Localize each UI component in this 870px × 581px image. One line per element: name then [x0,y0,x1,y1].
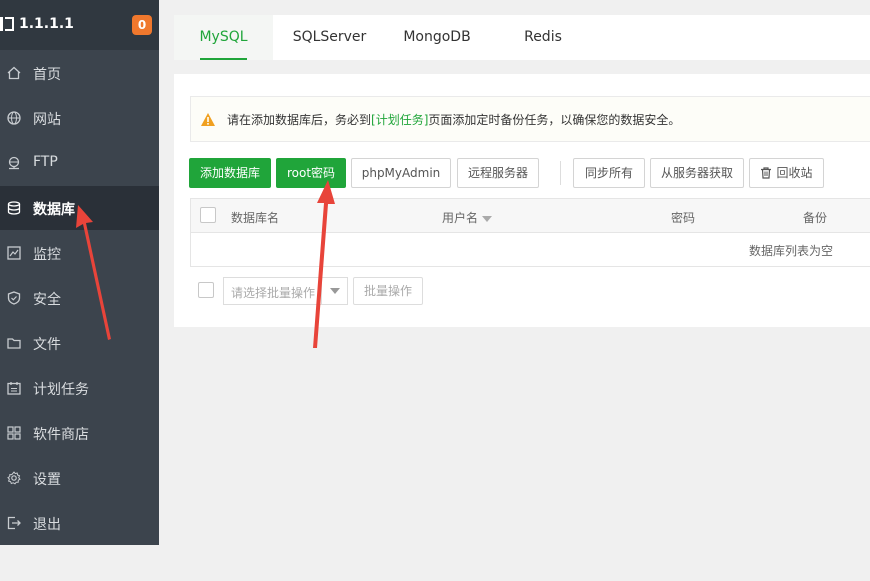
backup-notice: 请在添加数据库后，务必到[计划任务]页面添加定时备份任务，以确保您的数据安全。 [190,96,870,142]
sidebar: 1.1.1.1 0 首页 网站 FTP 数据库 监控 安全 文件 计划任务 软件… [0,0,159,545]
database-type-tabs: MySQL SQLServer MongoDB Redis [174,15,870,60]
gear-icon [7,471,21,485]
sidebar-item-logout[interactable]: 退出 [0,501,159,545]
sidebar-item-ftp[interactable]: FTP [0,141,159,185]
sidebar-footer [0,545,159,581]
batch-operation-select[interactable]: 请选择批量操作 [223,277,348,305]
tab-mysql[interactable]: MySQL [174,15,273,60]
column-username[interactable]: 用户名 [442,209,493,226]
shield-icon [7,291,21,305]
batch-select-placeholder: 请选择批量操作 [231,286,316,300]
remote-server-button[interactable]: 远程服务器 [457,158,539,188]
sync-all-button[interactable]: 同步所有 [573,158,645,188]
server-ip: 1.1.1.1 [19,16,74,32]
sidebar-item-security[interactable]: 安全 [0,276,159,320]
monitor-icon [7,246,21,260]
sidebar-item-label: 监控 [33,247,61,263]
recycle-bin-label: 回收站 [776,166,813,180]
sidebar-item-app-store[interactable]: 软件商店 [0,411,159,455]
recycle-bin-button[interactable]: 回收站 [749,158,824,188]
database-table: 数据库名 用户名 密码 备份 数据库列表为空 [190,198,870,267]
sidebar-item-website[interactable]: 网站 [0,96,159,140]
column-backup: 备份 [803,211,828,225]
sidebar-item-label: 首页 [33,67,61,83]
sidebar-item-database[interactable]: 数据库 [0,186,159,230]
calendar-icon [7,381,21,395]
sidebar-item-settings[interactable]: 设置 [0,456,159,500]
sidebar-item-files[interactable]: 文件 [0,321,159,365]
sidebar-item-label: 退出 [33,517,61,533]
batch-select-checkbox[interactable] [198,282,214,298]
sidebar-item-label: 计划任务 [33,382,89,398]
notification-badge[interactable]: 0 [132,15,152,35]
tab-sqlserver[interactable]: SQLServer [281,15,378,60]
notice-text-after: 页面添加定时备份任务，以确保您的数据安全。 [428,113,681,127]
notice-text: 请在添加数据库后，务必到[计划任务]页面添加定时备份任务，以确保您的数据安全。 [227,111,680,128]
sidebar-item-label: FTP [33,154,58,170]
sidebar-item-monitor[interactable]: 监控 [0,231,159,275]
sidebar-item-home[interactable]: 首页 [0,51,159,95]
sidebar-item-label: 数据库 [33,202,75,218]
batch-operation-button[interactable]: 批量操作 [353,277,423,305]
home-icon [7,66,21,80]
table-header: 数据库名 用户名 密码 备份 [191,199,870,233]
ftp-icon [7,156,21,170]
folder-icon [7,336,21,350]
sidebar-item-label: 设置 [33,472,61,488]
cron-task-link[interactable]: [计划任务] [371,113,428,127]
sidebar-item-label: 安全 [33,292,61,308]
database-panel: 请在添加数据库后，务必到[计划任务]页面添加定时备份任务，以确保您的数据安全。 … [174,74,870,327]
toolbar-divider [560,161,561,185]
grid-icon [7,426,21,440]
sidebar-item-label: 软件商店 [33,427,89,443]
sidebar-item-label: 文件 [33,337,61,353]
tab-redis[interactable]: Redis [496,15,590,60]
column-username-label: 用户名 [442,211,479,225]
notice-text-before: 请在添加数据库后，务必到 [227,113,372,127]
empty-list-text: 数据库列表为空 [749,244,834,258]
phpmyadmin-button[interactable]: phpMyAdmin [351,158,451,188]
select-all-checkbox[interactable] [200,207,216,223]
chevron-down-icon [321,278,347,304]
sidebar-header: 1.1.1.1 0 [0,0,159,50]
database-icon [7,201,21,215]
column-db-name: 数据库名 [231,211,280,225]
fetch-from-server-button[interactable]: 从服务器获取 [650,158,744,188]
sort-down-icon [482,215,493,222]
server-logo-icon [0,17,14,31]
sidebar-item-cron[interactable]: 计划任务 [0,366,159,410]
trash-icon [760,161,772,189]
globe-icon [7,111,21,125]
column-password: 密码 [671,211,696,225]
add-database-button[interactable]: 添加数据库 [189,158,271,188]
tab-mongodb[interactable]: MongoDB [388,15,486,60]
sidebar-item-label: 网站 [33,112,61,128]
root-password-button[interactable]: root密码 [276,158,346,188]
logout-icon [7,516,21,530]
warning-icon [200,112,216,127]
